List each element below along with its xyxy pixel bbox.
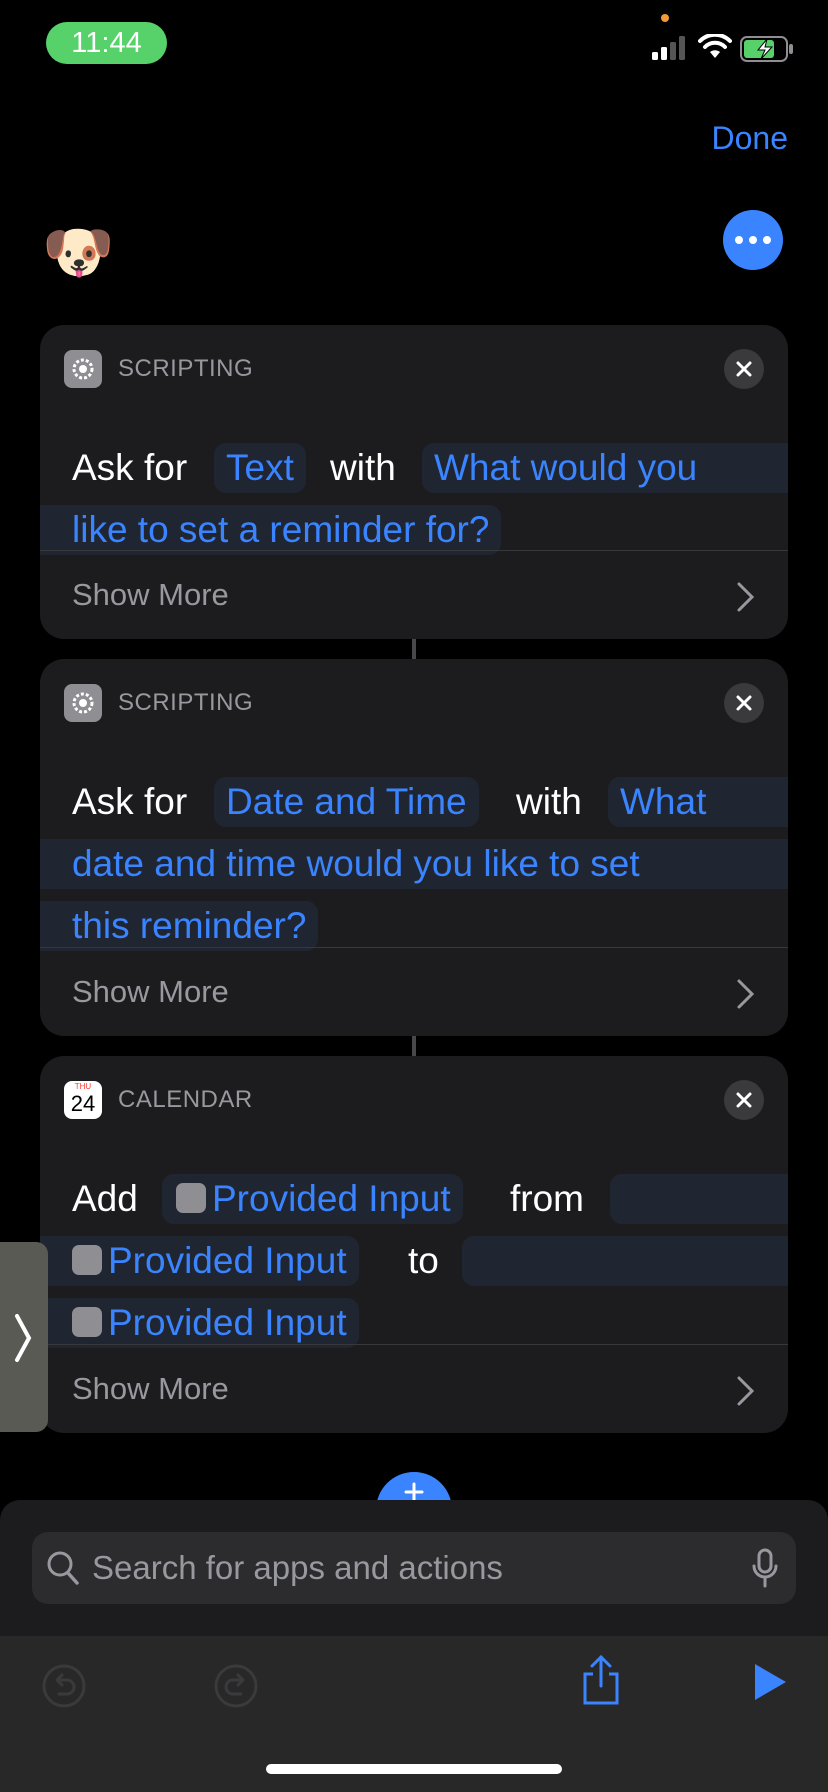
flow-connector: [412, 639, 416, 659]
scripting-gear-icon: [64, 350, 102, 388]
scripting-gear-icon: [72, 1307, 102, 1338]
prompt-token[interactable]: What would you: [422, 443, 788, 493]
show-more-button[interactable]: Show More: [72, 577, 229, 613]
close-icon: [736, 361, 752, 377]
divider: [40, 1344, 788, 1345]
more-options-button[interactable]: [723, 210, 783, 270]
plus-icon: [404, 1482, 424, 1502]
undo-icon[interactable]: [42, 1664, 86, 1708]
variable-token-start[interactable]: Provided Input: [40, 1236, 359, 1286]
scripting-gear-icon: [64, 684, 102, 722]
status-time: 11:44: [46, 22, 167, 64]
close-icon: [736, 695, 752, 711]
divider: [40, 550, 788, 551]
redo-icon[interactable]: [214, 1664, 258, 1708]
action-verb: Ask for: [72, 781, 188, 822]
action-verb: Add: [72, 1178, 138, 1219]
action-verb: Ask for: [72, 447, 188, 488]
done-button[interactable]: Done: [712, 120, 789, 157]
action-search-sheet: Search for apps and actions: [0, 1500, 828, 1792]
privacy-indicator-dot: [661, 14, 669, 22]
close-icon: [736, 1092, 752, 1108]
variable-token-bg: [462, 1236, 788, 1286]
scripting-gear-icon: [72, 1245, 102, 1276]
variable-token-end[interactable]: Provided Input: [40, 1298, 359, 1348]
calendar-icon: THU 24: [64, 1081, 102, 1119]
prompt-token[interactable]: What: [608, 777, 788, 827]
search-placeholder: Search for apps and actions: [92, 1549, 503, 1586]
shortcut-glyph-icon[interactable]: 🐶: [42, 222, 114, 284]
input-type-token[interactable]: Date and Time: [214, 777, 479, 827]
status-bar: 11:44: [0, 0, 828, 90]
action-card-add-calendar[interactable]: THU 24 CALENDAR Add Provided Input from …: [40, 1056, 788, 1433]
microphone-icon[interactable]: [752, 1548, 778, 1588]
action-card-ask-text[interactable]: SCRIPTING Ask for Text with What would y…: [40, 325, 788, 639]
scripting-gear-icon: [176, 1183, 206, 1214]
show-more-button[interactable]: Show More: [72, 1371, 229, 1407]
input-type-token[interactable]: Text: [214, 443, 306, 493]
chevron-right-icon: [737, 979, 755, 1009]
action-category: SCRIPTING: [118, 689, 254, 716]
chevron-right-icon: [737, 582, 755, 612]
home-indicator: [266, 1764, 562, 1774]
cellular-signal-icon: [652, 36, 685, 60]
connector-word: with: [330, 447, 396, 488]
prompt-token-cont[interactable]: like to set a reminder for?: [40, 505, 502, 555]
show-more-button[interactable]: Show More: [72, 974, 229, 1010]
chevron-right-icon: [15, 1314, 32, 1362]
action-category: SCRIPTING: [118, 355, 254, 382]
search-input[interactable]: Search for apps and actions: [32, 1532, 796, 1604]
variable-token-event[interactable]: Provided Input: [162, 1174, 463, 1224]
prompt-token-cont[interactable]: this reminder?: [40, 901, 319, 951]
search-icon: [47, 1551, 79, 1585]
chevron-right-icon: [737, 1376, 755, 1406]
remove-action-button[interactable]: [724, 1080, 764, 1120]
variable-token-bg: [610, 1174, 788, 1224]
action-card-ask-date[interactable]: SCRIPTING Ask for Date and Time with Wha…: [40, 659, 788, 1036]
flow-connector: [412, 1036, 416, 1056]
remove-action-button[interactable]: [724, 349, 764, 389]
remove-action-button[interactable]: [724, 683, 764, 723]
connector-word: with: [516, 781, 582, 822]
battery-charging-icon: [740, 36, 793, 62]
connector-word-to: to: [408, 1240, 439, 1281]
wifi-icon: [698, 34, 732, 58]
action-category: CALENDAR: [118, 1086, 253, 1113]
connector-word-from: from: [510, 1178, 584, 1219]
share-icon[interactable]: [580, 1654, 622, 1706]
prompt-token-cont[interactable]: date and time would you like to set: [40, 839, 788, 889]
ellipsis-icon: [735, 236, 743, 244]
side-panel-handle[interactable]: [0, 1242, 48, 1432]
divider: [40, 947, 788, 948]
play-icon[interactable]: [752, 1662, 788, 1702]
